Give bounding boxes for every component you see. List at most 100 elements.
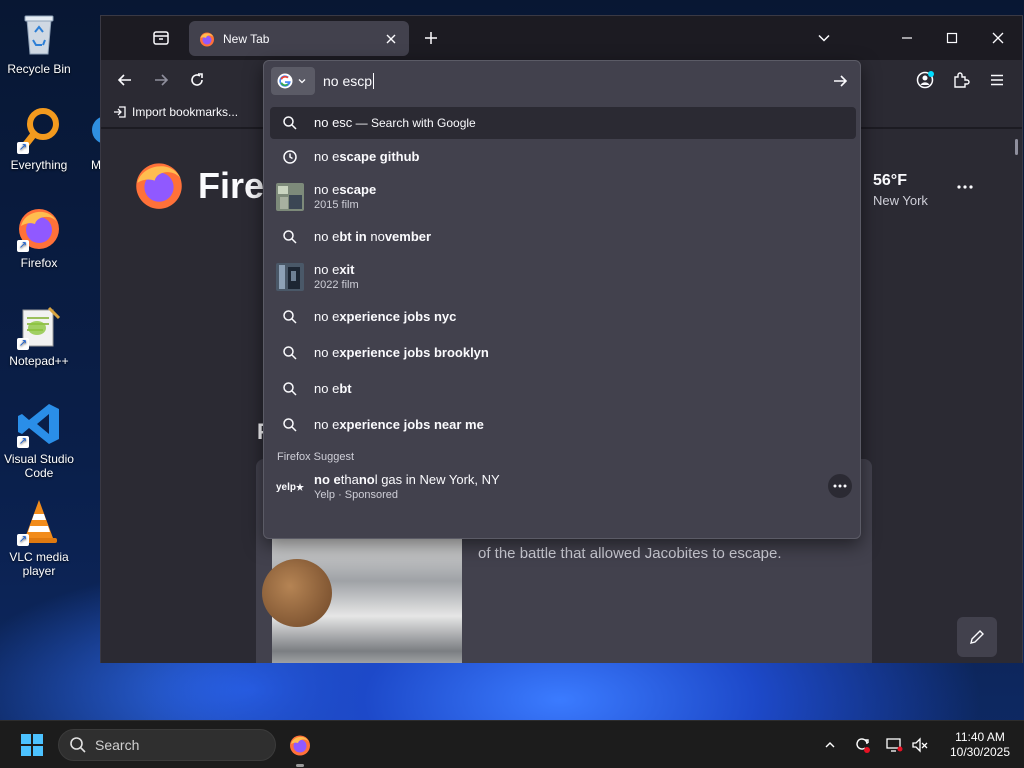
desktop-icon-label: M [91, 158, 100, 172]
minimize-button[interactable] [892, 24, 922, 52]
urlbar-popup: no escp no esc — Search with Google no e… [263, 60, 861, 539]
story-image [262, 539, 462, 663]
import-icon [114, 106, 126, 118]
urlbar-result-search[interactable]: no experience jobs near me [270, 407, 856, 443]
yelp-logo-text: yelp [276, 481, 297, 493]
go-button[interactable] [828, 69, 852, 93]
minimize-icon [902, 37, 912, 39]
urlbar-result-search-with-google[interactable]: no esc — Search with Google [270, 107, 856, 139]
urlbar-result-history[interactable]: no escape github [270, 139, 856, 175]
plus-icon [425, 32, 437, 44]
result-suggested-text: xperience jobs near me [339, 417, 484, 432]
firefox-icon [290, 735, 310, 756]
arrow-right-icon [155, 74, 169, 86]
desktop-icon-vscode[interactable]: ↗ Visual Studio Code [0, 400, 78, 480]
start-button[interactable] [20, 733, 44, 757]
urlbar-result-search[interactable]: no ebt in november [270, 219, 856, 255]
maximize-button[interactable] [937, 24, 967, 52]
reload-button[interactable] [183, 68, 211, 92]
result-suggested-text: xperience jobs brooklyn [339, 345, 489, 360]
desktop-icon-vlc[interactable]: ↗ VLC media player [0, 498, 78, 578]
taskbar-search-box[interactable]: Search [58, 729, 276, 761]
app-menu-button[interactable] [983, 68, 1011, 92]
taskbar: Search 11:40 AM 10/30/2025 [0, 720, 1024, 768]
weather-widget[interactable]: 56°F New York [873, 172, 928, 208]
result-suggested-text: scape github [339, 149, 420, 164]
taskbar-clock[interactable]: 11:40 AM 10/30/2025 [940, 730, 1020, 760]
desktop-icon-partial[interactable]: M [80, 106, 100, 172]
close-icon [992, 32, 1004, 44]
result-thumbnail [276, 183, 304, 211]
result-typed-text: no e [314, 381, 340, 396]
urlbar-result-sponsored[interactable]: yelp no ethanol gas in New York, NY Yelp … [270, 465, 856, 509]
history-clock-icon [276, 143, 304, 171]
tab-close-button[interactable] [379, 27, 403, 51]
urlbar-result-search[interactable]: no experience jobs nyc [270, 299, 856, 335]
google-logo-icon [277, 73, 293, 89]
urlbar-result-entity[interactable]: no escape 2015 film [270, 175, 856, 219]
account-icon [916, 71, 934, 89]
urlbar-result-search[interactable]: no experience jobs brooklyn [270, 335, 856, 371]
sync-status-button[interactable] [852, 735, 872, 755]
network-button[interactable] [884, 735, 904, 755]
urlbar-results: no esc — Search with Google no escape gi… [270, 107, 856, 509]
volume-button[interactable] [910, 735, 930, 755]
shortcut-arrow-icon: ↗ [17, 436, 29, 448]
new-tab-button[interactable] [419, 26, 443, 50]
running-app-indicator [296, 764, 304, 767]
search-icon [276, 303, 304, 331]
notepad-plus-plus-icon: ↗ [15, 302, 63, 350]
desktop-icon-recycle-bin[interactable]: Recycle Bin [0, 10, 78, 76]
result-typed-text: no e [314, 309, 340, 324]
account-button[interactable] [911, 68, 939, 92]
search-engine-selector[interactable] [271, 67, 315, 95]
list-all-tabs-button[interactable] [809, 24, 839, 52]
search-icon [70, 737, 86, 753]
result-typed-text: no e [314, 472, 341, 487]
urlbar-input[interactable]: no escp [323, 73, 375, 89]
result-menu-button[interactable] [828, 474, 852, 498]
shortcut-arrow-icon: ↗ [17, 142, 29, 154]
weather-city: New York [873, 193, 928, 208]
result-suggested-text: xit [339, 262, 355, 277]
result-suggested-text: bt [339, 381, 352, 396]
weather-menu-button[interactable] [953, 175, 977, 199]
maximize-icon [946, 32, 958, 44]
urlbar-input-row: no escp [264, 61, 860, 101]
extensions-button[interactable] [947, 68, 975, 92]
firefox-view-button[interactable] [149, 26, 173, 50]
forward-button[interactable] [147, 68, 175, 92]
urlbar-input-text: no escp [323, 73, 373, 89]
chevron-up-icon [825, 742, 835, 748]
vlc-cone-icon: ↗ [15, 498, 63, 546]
back-button[interactable] [111, 68, 139, 92]
tab-strip: New Tab [101, 16, 1022, 60]
pencil-icon [970, 630, 984, 644]
desktop-icon-everything[interactable]: ↗ Everything [0, 106, 78, 172]
tab-title: New Tab [223, 31, 270, 46]
search-icon [276, 411, 304, 439]
urlbar-result-entity[interactable]: no exit 2022 film [270, 255, 856, 299]
firefox-logo-icon [133, 159, 185, 211]
desktop-icon-label: Recycle Bin [7, 62, 71, 76]
show-hidden-icons-button[interactable] [820, 735, 840, 755]
desktop-icon-firefox[interactable]: ↗ Firefox [0, 204, 78, 270]
result-description: Yelp · Sponsored [314, 489, 398, 501]
speaker-muted-icon [912, 737, 928, 753]
urlbar-result-search[interactable]: no ebt [270, 371, 856, 407]
vscode-icon: ↗ [15, 400, 63, 448]
import-bookmarks-button[interactable]: Import bookmarks... [113, 105, 238, 119]
customize-button[interactable] [957, 617, 997, 657]
taskbar-firefox-button[interactable] [288, 733, 312, 757]
clock-time: 11:40 AM [955, 730, 1005, 744]
sync-error-icon [856, 738, 870, 753]
search-icon [276, 339, 304, 367]
desktop-icon-label: Visual Studio Code [4, 452, 74, 480]
close-window-button[interactable] [983, 24, 1013, 52]
arrow-left-icon [117, 74, 131, 86]
result-thumbnail [276, 263, 304, 291]
scrollbar-thumb[interactable] [1015, 139, 1018, 155]
desktop-icon-notepad-plus-plus[interactable]: ↗ Notepad++ [0, 302, 78, 368]
tab-new-tab[interactable]: New Tab [189, 21, 409, 56]
everything-search-icon: ↗ [15, 106, 63, 154]
